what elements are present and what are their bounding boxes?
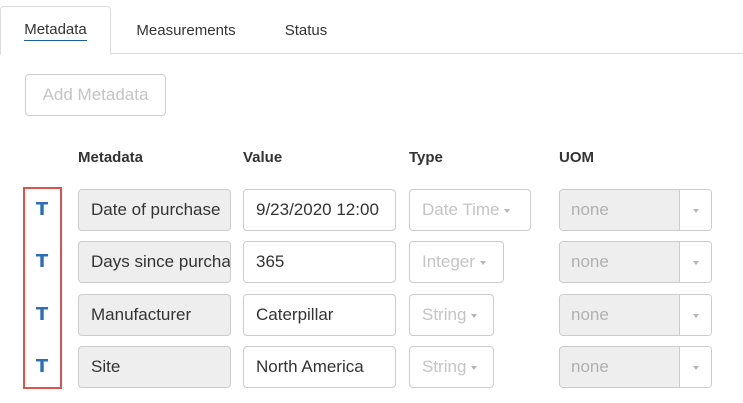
- caret-down-icon: [471, 366, 478, 370]
- caret-down-icon: [692, 366, 699, 370]
- metadata-value-text: 365: [256, 252, 285, 271]
- tab-status[interactable]: Status: [268, 6, 344, 54]
- uom-dropdown-button[interactable]: [680, 347, 711, 387]
- metadata-name-field: Days since purchase: [78, 241, 231, 283]
- uom-select[interactable]: none: [559, 294, 712, 336]
- uom-select[interactable]: none: [559, 241, 712, 283]
- metadata-name-field: Manufacturer: [78, 294, 231, 336]
- metadata-value-input[interactable]: 365: [243, 241, 396, 283]
- text-type-icon: T: [35, 251, 49, 272]
- type-select-value: String: [422, 305, 467, 324]
- metadata-value-text: North America: [256, 357, 364, 376]
- type-select-value: Date Time: [422, 200, 500, 219]
- uom-value: none: [560, 295, 680, 335]
- tab-metadata-label: Metadata: [24, 21, 87, 41]
- caret-down-icon: [692, 314, 699, 318]
- uom-dropdown-button[interactable]: [680, 190, 711, 230]
- metadata-value-input[interactable]: North America: [243, 346, 396, 388]
- caret-down-icon: [692, 261, 699, 265]
- tab-measurements-label: Measurements: [136, 21, 236, 39]
- column-header-metadata: Metadata: [78, 149, 144, 166]
- uom-value: none: [560, 190, 680, 230]
- type-select-value: Integer: [422, 252, 475, 271]
- type-select[interactable]: String: [409, 346, 494, 388]
- type-select[interactable]: String: [409, 294, 494, 336]
- column-header-type: Type: [409, 149, 443, 166]
- metadata-name-field: Site: [78, 346, 231, 388]
- uom-value: none: [560, 347, 680, 387]
- column-header-value: Value: [243, 149, 283, 166]
- add-metadata-button[interactable]: Add Metadata: [25, 74, 166, 116]
- caret-down-icon: [504, 209, 511, 213]
- text-type-icon: T: [35, 304, 49, 325]
- metadata-value-text: Caterpillar: [256, 305, 334, 324]
- tab-metadata[interactable]: Metadata: [0, 6, 111, 55]
- type-select-value: String: [422, 357, 467, 376]
- metadata-name-text: Manufacturer: [91, 305, 192, 324]
- tab-measurements[interactable]: Measurements: [118, 6, 254, 54]
- metadata-value-text: 9/23/2020 12:00: [256, 200, 379, 219]
- tab-status-label: Status: [284, 21, 328, 39]
- caret-down-icon: [479, 261, 486, 265]
- text-type-icon: T: [35, 199, 49, 220]
- caret-down-icon: [692, 209, 699, 213]
- type-select[interactable]: Integer: [409, 241, 504, 283]
- caret-down-icon: [471, 314, 478, 318]
- column-header-uom: UOM: [559, 149, 594, 166]
- uom-value: none: [560, 242, 680, 282]
- metadata-value-input[interactable]: 9/23/2020 12:00: [243, 189, 396, 231]
- text-type-icon: T: [35, 356, 49, 377]
- uom-dropdown-button[interactable]: [680, 295, 711, 335]
- metadata-name-text: Days since purchase: [91, 252, 230, 271]
- uom-select[interactable]: none: [559, 346, 712, 388]
- metadata-name-text: Date of purchase: [91, 200, 221, 219]
- metadata-name-text: Site: [91, 357, 121, 376]
- metadata-name-field: Date of purchase: [78, 189, 231, 231]
- type-select[interactable]: Date Time: [409, 189, 531, 231]
- tab-bar: Metadata Measurements Status: [0, 0, 743, 55]
- uom-dropdown-button[interactable]: [680, 242, 711, 282]
- metadata-panel: Metadata Measurements Status Add Metadat…: [0, 0, 743, 403]
- uom-select[interactable]: none: [559, 189, 712, 231]
- metadata-value-input[interactable]: Caterpillar: [243, 294, 396, 336]
